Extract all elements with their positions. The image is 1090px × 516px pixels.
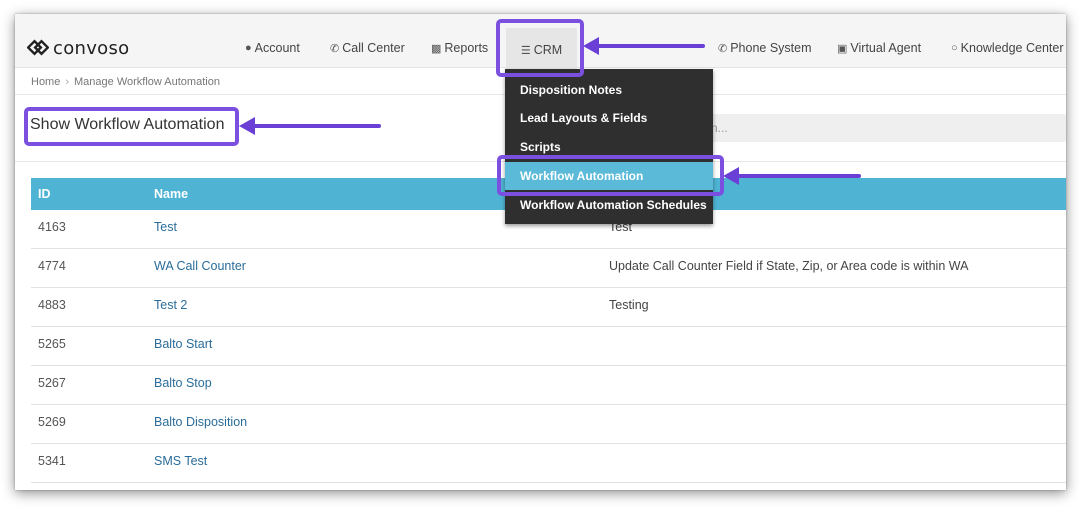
row-name-link[interactable]: Balto Stop [154, 376, 212, 390]
chevron-right-icon: › [65, 75, 70, 88]
arrow-left-icon [583, 37, 705, 55]
row-id: 5265 [38, 337, 66, 351]
row-name-link[interactable]: Test 2 [154, 298, 187, 312]
row-name-link[interactable]: WA Call Counter [154, 259, 246, 273]
nav-reports-label: Reports [444, 41, 489, 55]
phone-icon: ✆ [330, 42, 340, 55]
nav-knowledge-center-label: Knowledge Center [960, 41, 1064, 55]
table-row: 4883 Test 2 Testing [31, 288, 1066, 327]
table-row: 4774 WA Call Counter Update Call Counter… [31, 249, 1066, 288]
row-id: 5269 [38, 415, 66, 429]
phone-icon: ✆ [718, 42, 728, 55]
breadcrumb-home[interactable]: Home [31, 76, 60, 88]
row-name-link[interactable]: Balto Disposition [154, 415, 247, 429]
brand-logo[interactable]: convoso [27, 36, 129, 60]
nav-call-center-label: Call Center [342, 41, 405, 55]
nav-account-label: Account [254, 41, 300, 55]
nav-knowledge-center[interactable]: ○ Knowledge Center [951, 39, 1064, 57]
table-row: 5265 Balto Start [31, 327, 1066, 366]
title-highlight-box [24, 107, 239, 146]
breadcrumb-current: Manage Workflow Automation [74, 75, 220, 88]
row-id: 4883 [38, 298, 66, 312]
monitor-icon: ▣ [837, 42, 848, 55]
menu-item-disposition-notes[interactable]: Disposition Notes [505, 77, 713, 103]
nav-phone-system[interactable]: ✆ Phone System [718, 39, 812, 57]
app-window: convoso ● Account ✆ Call Center ▩ Report… [15, 14, 1066, 490]
row-name-link[interactable]: Balto Start [154, 337, 212, 351]
nav-phone-system-label: Phone System [730, 41, 812, 55]
nav-reports[interactable]: ▩ Reports [431, 39, 488, 57]
row-name-link[interactable]: SMS Test [154, 454, 207, 468]
nav-virtual-agent-label: Virtual Agent [850, 41, 922, 55]
table-row: 5341 SMS Test [31, 444, 1066, 483]
table-row: 5267 Balto Stop [31, 366, 1066, 405]
nav-account[interactable]: ● Account [245, 39, 300, 57]
row-id: 5267 [38, 376, 66, 390]
convoso-logo-icon [27, 39, 49, 56]
row-description: Update Call Counter Field if State, Zip,… [609, 259, 969, 273]
crm-dropdown-menu: Disposition Notes Lead Layouts & Fields … [505, 69, 713, 224]
menu-item-lead-layouts[interactable]: Lead Layouts & Fields [505, 105, 713, 131]
arrow-left-icon [723, 167, 861, 185]
bar-chart-icon: ▩ [431, 42, 442, 55]
row-description: Testing [609, 298, 649, 312]
lightbulb-icon: ○ [951, 42, 958, 54]
arrow-left-icon [239, 117, 381, 135]
header-name[interactable]: Name [154, 187, 188, 201]
row-id: 4774 [38, 259, 66, 273]
brand-name: convoso [53, 37, 130, 59]
nav-call-center[interactable]: ✆ Call Center [330, 39, 405, 57]
nav-virtual-agent[interactable]: ▣ Virtual Agent [837, 39, 921, 57]
row-name-link[interactable]: Test [154, 220, 177, 234]
row-id: 5341 [38, 454, 66, 468]
table-row: 5269 Balto Disposition [31, 405, 1066, 444]
row-id: 4163 [38, 220, 66, 234]
menu-highlight-box [497, 155, 724, 196]
user-icon: ● [245, 42, 252, 54]
search-input[interactable]: n... [705, 114, 1066, 142]
header-id[interactable]: ID [38, 187, 51, 201]
search-placeholder: n... [711, 121, 728, 135]
crm-highlight-box [496, 19, 584, 77]
